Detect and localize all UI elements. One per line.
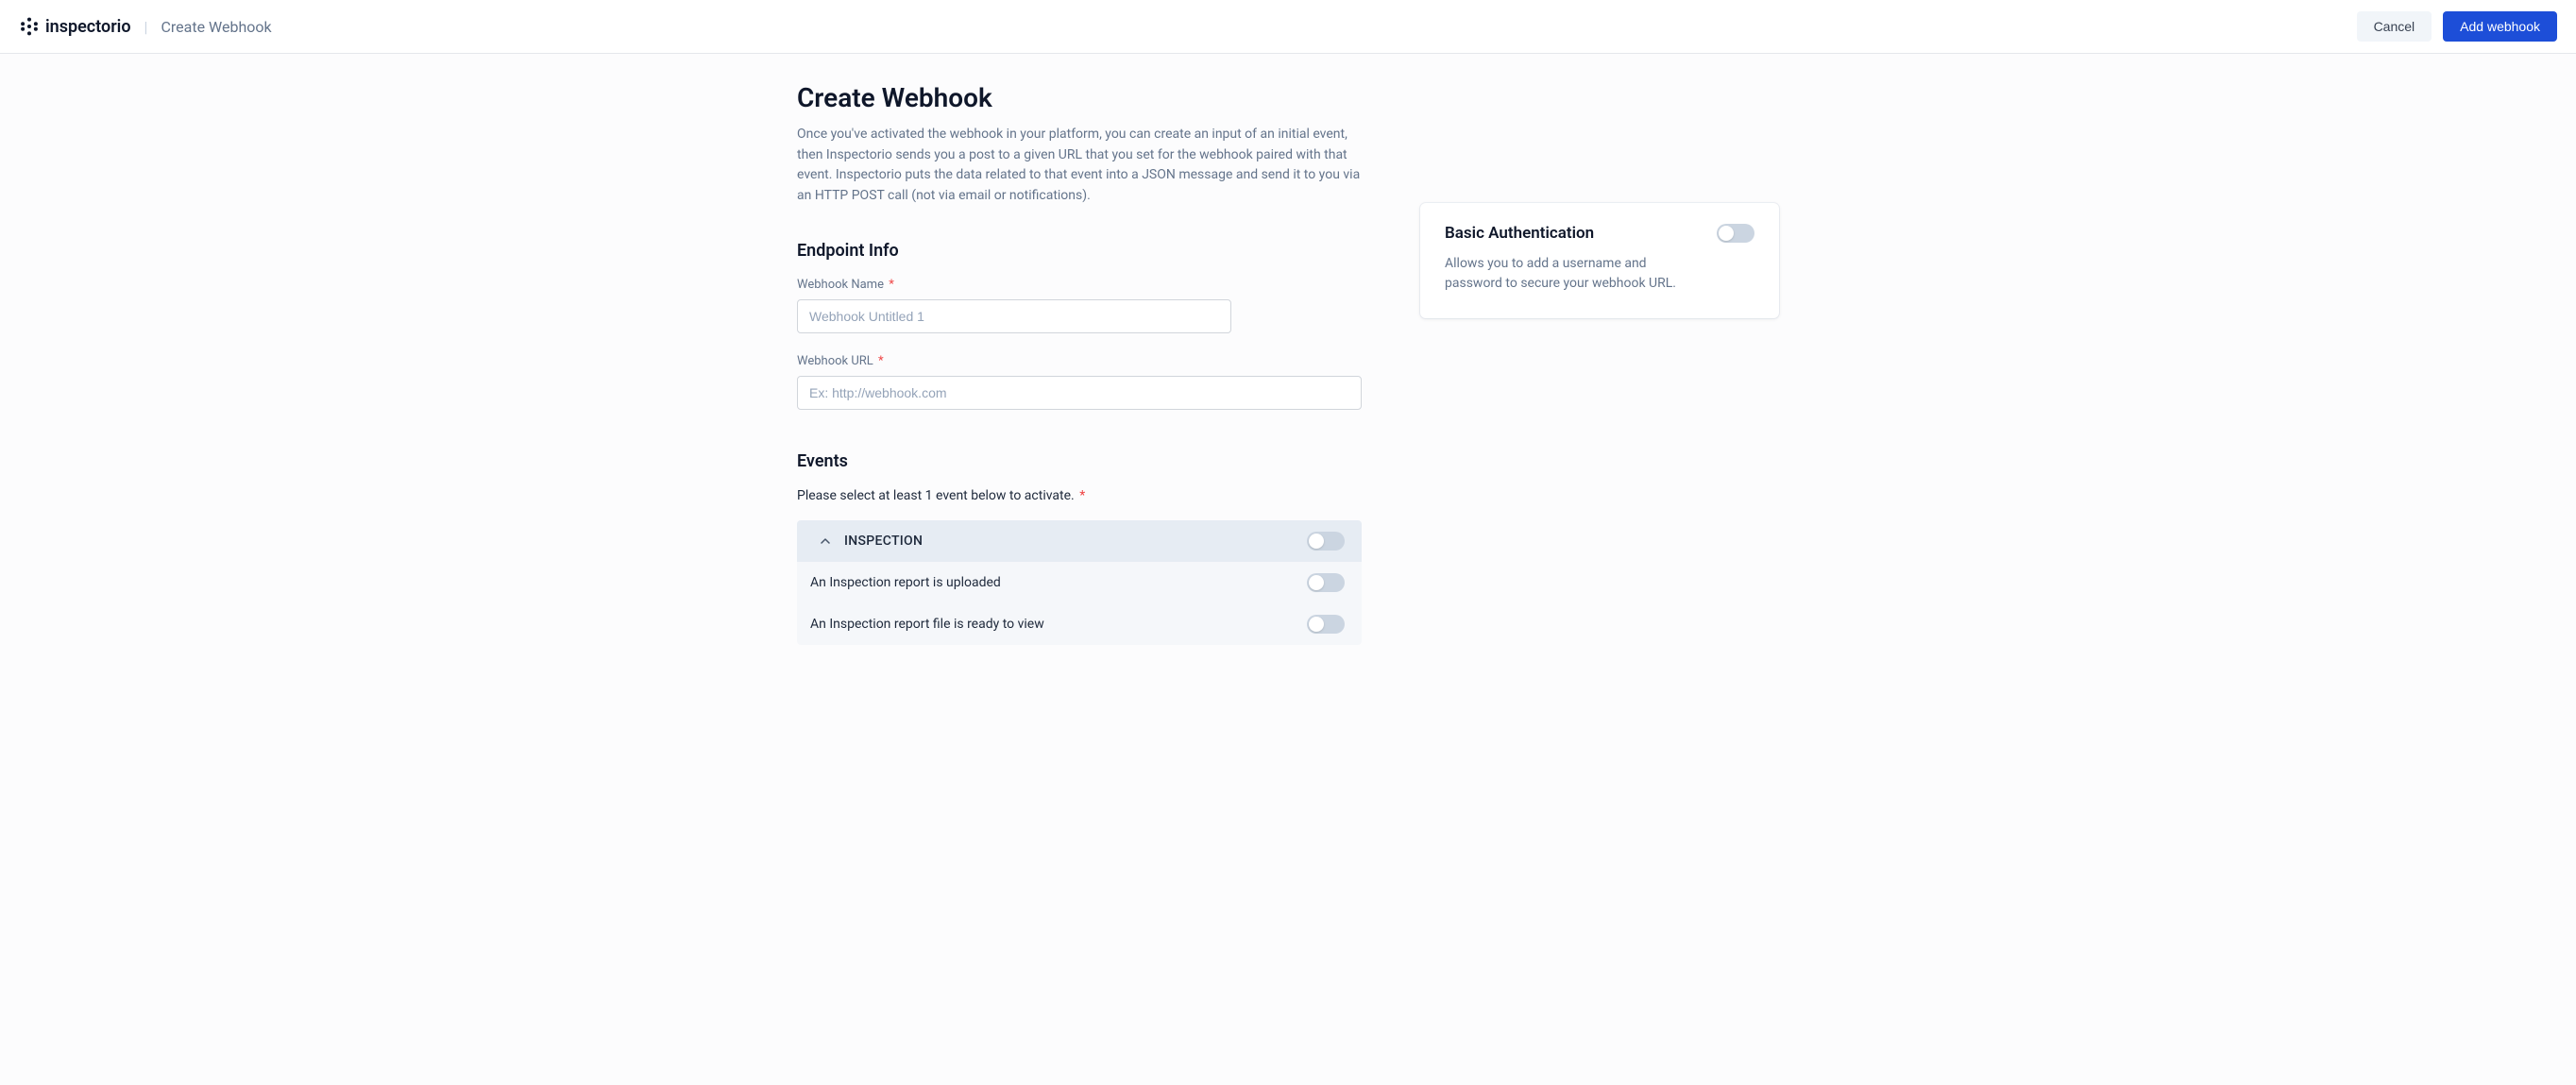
events-instruction: Please select at least 1 event below to … — [797, 488, 1364, 503]
webhook-url-input[interactable] — [797, 376, 1362, 410]
header-left: inspectorio | Create Webhook — [19, 16, 272, 37]
breadcrumb: Create Webhook — [161, 18, 271, 36]
event-row: An Inspection report file is ready to vi… — [797, 603, 1362, 645]
cancel-button[interactable]: Cancel — [2357, 11, 2432, 42]
accordion-title: INSPECTION — [844, 534, 923, 549]
webhook-name-label: Webhook Name * — [797, 278, 1364, 292]
add-webhook-button[interactable]: Add webhook — [2443, 11, 2557, 42]
inspection-group-toggle[interactable] — [1307, 532, 1345, 551]
events-section: Events Please select at least 1 event be… — [797, 451, 1364, 645]
event-toggle-report-uploaded[interactable] — [1307, 573, 1345, 592]
logo-icon — [19, 16, 40, 37]
webhook-url-label: Webhook URL * — [797, 354, 1364, 368]
basic-auth-title: Basic Authentication — [1445, 224, 1594, 243]
brand-name: inspectorio — [45, 17, 131, 37]
events-section-title: Events — [797, 451, 1364, 471]
right-column: Basic Authentication Allows you to add a… — [1420, 203, 1779, 318]
events-instruction-text: Please select at least 1 event below to … — [797, 488, 1075, 503]
event-row: An Inspection report is uploaded — [797, 562, 1362, 603]
breadcrumb-divider: | — [144, 18, 148, 36]
card-header: Basic Authentication — [1445, 224, 1754, 243]
webhook-url-field: Webhook URL * — [797, 354, 1364, 410]
header-actions: Cancel Add webhook — [2357, 11, 2557, 42]
page-title: Create Webhook — [797, 82, 1364, 113]
required-asterisk: * — [1079, 488, 1085, 503]
events-accordion: INSPECTION An Inspection report is uploa… — [797, 520, 1362, 645]
chevron-up-icon — [820, 535, 831, 547]
endpoint-section-title: Endpoint Info — [797, 241, 1364, 261]
accordion-header-left: INSPECTION — [820, 534, 923, 549]
webhook-name-input[interactable] — [797, 299, 1231, 333]
webhook-url-label-text: Webhook URL — [797, 354, 873, 368]
page-description: Once you've activated the webhook in you… — [797, 125, 1364, 207]
basic-auth-description: Allows you to add a username and passwor… — [1445, 254, 1690, 294]
required-asterisk: * — [889, 278, 894, 292]
basic-auth-toggle[interactable] — [1717, 224, 1754, 243]
event-toggle-report-ready[interactable] — [1307, 615, 1345, 634]
brand-logo[interactable]: inspectorio — [19, 16, 131, 37]
webhook-name-label-text: Webhook Name — [797, 278, 884, 292]
webhook-name-field: Webhook Name * — [797, 278, 1364, 333]
page-body: Create Webhook Once you've activated the… — [0, 54, 2576, 1085]
accordion-body: An Inspection report is uploaded An Insp… — [797, 562, 1362, 645]
basic-auth-card: Basic Authentication Allows you to add a… — [1420, 203, 1779, 318]
required-asterisk: * — [878, 354, 884, 368]
app-header: inspectorio | Create Webhook Cancel Add … — [0, 0, 2576, 54]
event-label: An Inspection report is uploaded — [810, 575, 1001, 590]
content-wrap: Create Webhook Once you've activated the… — [788, 82, 1788, 645]
accordion-header-inspection[interactable]: INSPECTION — [797, 520, 1362, 562]
left-column: Create Webhook Once you've activated the… — [797, 82, 1364, 645]
event-label: An Inspection report file is ready to vi… — [810, 617, 1044, 632]
